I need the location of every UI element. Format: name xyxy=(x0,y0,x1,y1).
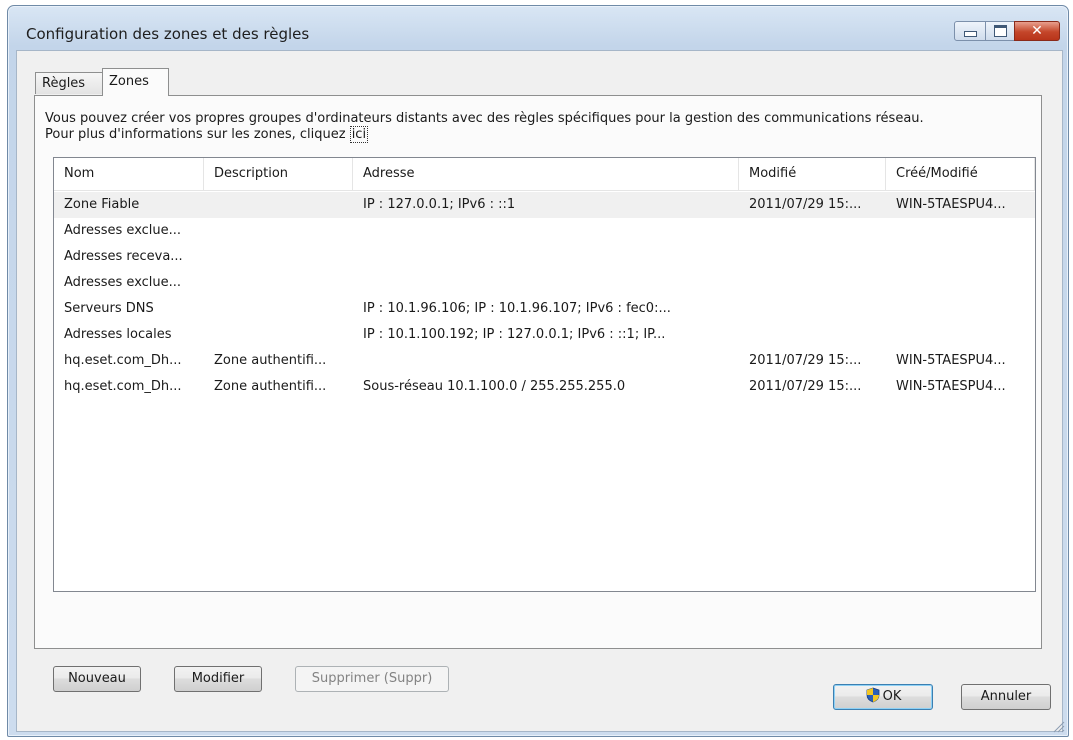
close-icon: ✕ xyxy=(1031,23,1043,39)
cell-modifie xyxy=(739,244,886,270)
help-link[interactable]: ici xyxy=(349,126,369,143)
intro-line-2-text: Pour plus d'informations sur les zones, … xyxy=(45,127,350,142)
close-button[interactable]: ✕ xyxy=(1014,21,1060,41)
cell-description xyxy=(204,244,353,270)
cell-description xyxy=(204,296,353,322)
list-header: Nom Description Adresse Modifié Créé/Mod… xyxy=(54,158,1035,191)
maximize-icon xyxy=(993,25,1007,37)
cell-nom: hq.eset.com_Dh... xyxy=(64,379,182,394)
dialog-client-area: Règles Zones Vous pouvez créer vos propr… xyxy=(16,50,1063,732)
delete-button[interactable]: Supprimer (Suppr) xyxy=(295,666,449,692)
column-header-adresse[interactable]: Adresse xyxy=(353,158,739,190)
window-title: Configuration des zones et des règles xyxy=(26,25,310,43)
maximize-button[interactable] xyxy=(985,21,1015,41)
tab-zones[interactable]: Zones xyxy=(102,68,169,96)
column-header-nom[interactable]: Nom xyxy=(54,158,204,190)
column-header-modifie[interactable]: Modifié xyxy=(739,158,886,190)
column-header-cree-modifie[interactable]: Créé/Modifié xyxy=(886,158,1035,190)
intro-line-1: Vous pouvez créer vos propres groupes d'… xyxy=(45,111,924,126)
caption-buttons: ✕ xyxy=(954,21,1060,41)
cell-nom: Adresses receva... xyxy=(64,249,183,264)
column-header-description[interactable]: Description xyxy=(204,158,353,190)
cell-nom: Adresses locales xyxy=(64,327,172,342)
cell-modifie: 2011/07/29 15:... xyxy=(749,379,862,394)
cell-cree-modifie: WIN-5TAESPU4... xyxy=(896,379,1006,394)
zones-list[interactable]: Nom Description Adresse Modifié Créé/Mod… xyxy=(53,157,1036,592)
cell-description xyxy=(204,322,353,348)
table-row[interactable]: hq.eset.com_Dh... Zone authentifi... Sous-… xyxy=(54,374,1035,400)
cancel-button[interactable]: Annuler xyxy=(961,684,1051,710)
cell-nom: Adresses exclue... xyxy=(64,275,182,290)
minimize-button[interactable] xyxy=(954,21,986,41)
cell-description xyxy=(204,270,353,296)
cell-adresse: IP : 127.0.0.1; IPv6 : ::1 xyxy=(363,197,516,212)
cell-modifie xyxy=(739,322,886,348)
cell-nom: Zone Fiable xyxy=(64,197,140,212)
cell-adresse xyxy=(353,244,739,270)
edit-button[interactable]: Modifier xyxy=(174,666,262,692)
cell-cree-modifie xyxy=(886,218,1035,244)
cell-modifie xyxy=(739,218,886,244)
cell-description xyxy=(204,218,353,244)
table-row[interactable]: Adresses receva... xyxy=(54,244,1035,270)
uac-shield-icon xyxy=(866,687,880,703)
cell-modifie: 2011/07/29 15:... xyxy=(749,353,862,368)
cell-adresse: IP : 10.1.100.192; IP : 127.0.0.1; IPv6 … xyxy=(363,327,666,342)
cell-cree-modifie xyxy=(886,296,1035,322)
cell-nom: hq.eset.com_Dh... xyxy=(64,353,182,368)
cell-adresse: IP : 10.1.96.106; IP : 10.1.96.107; IPv6… xyxy=(363,301,671,316)
cell-adresse xyxy=(353,348,739,374)
intro-line-2: Pour plus d'informations sur les zones, … xyxy=(45,126,1035,143)
cell-cree-modifie xyxy=(886,270,1035,296)
table-row[interactable]: Adresses exclue... xyxy=(54,218,1035,244)
list-body: Zone Fiable IP : 127.0.0.1; IPv6 : ::1 201… xyxy=(54,192,1035,400)
ok-button[interactable]: OK xyxy=(833,684,933,710)
ok-label: OK xyxy=(882,689,902,704)
cell-adresse xyxy=(353,270,739,296)
intro-text: Vous pouvez créer vos propres groupes d'… xyxy=(45,111,1035,143)
cell-adresse xyxy=(353,218,739,244)
cell-nom: Serveurs DNS xyxy=(64,301,154,316)
cell-modifie xyxy=(739,270,886,296)
table-row[interactable]: Serveurs DNS IP : 10.1.96.106; IP : 10.1.… xyxy=(54,296,1035,322)
cell-cree-modifie xyxy=(886,322,1035,348)
minimize-icon xyxy=(963,31,977,37)
cell-nom: Adresses exclue... xyxy=(64,223,182,238)
tab-regles[interactable]: Règles xyxy=(35,72,103,94)
cell-cree-modifie xyxy=(886,244,1035,270)
table-row[interactable]: Adresses locales IP : 10.1.100.192; IP : … xyxy=(54,322,1035,348)
table-row[interactable]: hq.eset.com_Dh... Zone authentifi... 2011/… xyxy=(54,348,1035,374)
resize-grip-icon[interactable] xyxy=(1051,719,1065,733)
cell-cree-modifie: WIN-5TAESPU4... xyxy=(896,197,1006,212)
dialog-window: Configuration des zones et des règles ✕ … xyxy=(7,5,1069,737)
new-button[interactable]: Nouveau xyxy=(53,666,141,692)
cell-cree-modifie: WIN-5TAESPU4... xyxy=(896,353,1006,368)
zones-tab-panel: Vous pouvez créer vos propres groupes d'… xyxy=(34,95,1042,692)
cell-description: Zone authentifi... xyxy=(214,353,327,368)
cell-adresse: Sous-réseau 10.1.100.0 / 255.255.255.0 xyxy=(363,379,626,394)
cell-description: Zone authentifi... xyxy=(214,379,327,394)
cell-modifie xyxy=(739,296,886,322)
cell-modifie: 2011/07/29 15:... xyxy=(749,197,862,212)
cell-description xyxy=(204,192,353,218)
table-row[interactable]: Zone Fiable IP : 127.0.0.1; IPv6 : ::1 201… xyxy=(54,192,1035,218)
table-row[interactable]: Adresses exclue... xyxy=(54,270,1035,296)
